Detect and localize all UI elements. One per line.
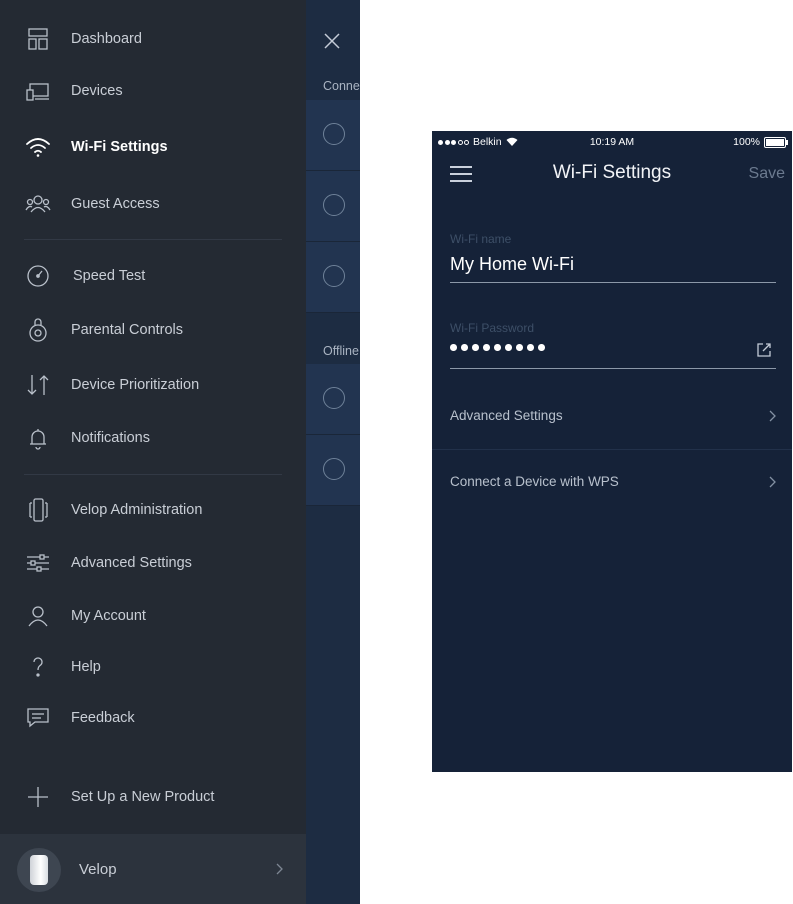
menu-label: Device Prioritization <box>71 377 200 393</box>
menu-item-advanced-settings[interactable]: Advanced Settings <box>0 540 306 586</box>
radio-icon[interactable] <box>323 123 345 145</box>
device-row[interactable] <box>306 100 360 171</box>
velop-network-selector[interactable]: Velop <box>0 834 306 904</box>
status-battery: 100% <box>733 136 788 148</box>
dashboard-icon <box>24 25 52 53</box>
menu-item-velop-administration[interactable]: Velop Administration <box>0 487 306 533</box>
device-row[interactable] <box>306 171 360 242</box>
advanced-settings-row[interactable]: Advanced Settings <box>432 394 792 438</box>
wifi-password-field[interactable] <box>450 344 545 351</box>
plus-icon <box>24 783 52 811</box>
menu-item-notifications[interactable]: Notifications <box>0 415 306 461</box>
chat-icon <box>24 704 52 732</box>
radio-icon[interactable] <box>323 458 345 480</box>
wifi-name-field[interactable]: My Home Wi-Fi <box>450 254 574 275</box>
devices-panel-behind: Conne Offline <box>306 0 360 904</box>
wifi-password-underline <box>450 368 776 369</box>
menu-item-my-account[interactable]: My Account <box>0 593 306 639</box>
menu-label: Help <box>71 659 101 675</box>
row-label: Connect a Device with WPS <box>450 474 619 489</box>
menu-label: Velop Administration <box>71 502 203 518</box>
menu-label: Dashboard <box>71 31 142 47</box>
side-menu: Dashboard Devices Wi-Fi Settings Guest A… <box>0 0 306 904</box>
page-title: Wi-Fi Settings <box>552 162 672 183</box>
wifi-icon <box>24 133 52 161</box>
user-icon <box>24 602 52 630</box>
device-row[interactable] <box>306 435 360 506</box>
bell-icon <box>24 424 52 452</box>
save-button[interactable]: Save <box>749 165 785 183</box>
menu-item-dashboard[interactable]: Dashboard <box>0 16 306 62</box>
menu-label: Set Up a New Product <box>71 789 215 805</box>
velop-device-icon <box>17 848 61 892</box>
velop-node-icon <box>24 496 52 524</box>
chevron-right-icon <box>769 476 776 488</box>
menu-divider <box>24 239 282 240</box>
share-icon[interactable] <box>756 342 772 358</box>
phone-screen-wifi-settings: Belkin 10:19 AM 100% Wi-Fi Settings Save… <box>432 131 792 772</box>
nav-bar: Wi-Fi Settings Save <box>432 153 792 195</box>
devices-icon <box>24 77 52 105</box>
offline-section-label: Offline <box>323 344 359 358</box>
device-row[interactable] <box>306 242 360 313</box>
menu-item-device-prioritization[interactable]: Device Prioritization <box>0 362 306 408</box>
menu-label: Speed Test <box>73 268 146 284</box>
app-left-panel: Dashboard Devices Wi-Fi Settings Guest A… <box>0 0 360 904</box>
menu-item-guest-access[interactable]: Guest Access <box>0 181 306 227</box>
menu-item-speed-test[interactable]: Speed Test <box>0 253 306 299</box>
wifi-name-underline <box>450 282 776 283</box>
menu-item-wifi-settings[interactable]: Wi-Fi Settings <box>0 124 306 170</box>
close-icon[interactable] <box>322 31 342 51</box>
menu-label: Guest Access <box>71 196 160 212</box>
radio-icon[interactable] <box>323 265 345 287</box>
prioritization-arrows-icon <box>24 371 52 399</box>
menu-item-parental-controls[interactable]: Parental Controls <box>0 307 306 353</box>
menu-label: Feedback <box>71 710 135 726</box>
menu-label: Devices <box>71 83 123 99</box>
menu-label: Advanced Settings <box>71 555 192 571</box>
guest-access-icon <box>24 190 52 218</box>
chevron-right-icon <box>769 410 776 422</box>
menu-item-set-up-new-product[interactable]: Set Up a New Product <box>0 774 306 820</box>
wifi-name-label: Wi-Fi name <box>450 232 512 246</box>
menu-item-devices[interactable]: Devices <box>0 68 306 114</box>
question-icon <box>24 653 52 681</box>
menu-item-help[interactable]: Help <box>0 644 306 690</box>
radio-icon[interactable] <box>323 194 345 216</box>
radio-icon[interactable] <box>323 387 345 409</box>
menu-label: My Account <box>71 608 146 624</box>
battery-percent: 100% <box>733 136 760 148</box>
device-row[interactable] <box>306 364 360 435</box>
velop-label: Velop <box>79 861 117 878</box>
status-bar: Belkin 10:19 AM 100% <box>432 131 792 153</box>
sliders-icon <box>24 549 52 577</box>
chevron-right-icon <box>276 863 283 875</box>
row-label: Advanced Settings <box>450 408 563 423</box>
connect-device-wps-row[interactable]: Connect a Device with WPS <box>432 460 792 504</box>
menu-item-feedback[interactable]: Feedback <box>0 695 306 741</box>
menu-label: Parental Controls <box>71 322 184 338</box>
menu-label: Wi-Fi Settings <box>71 139 168 155</box>
menu-divider <box>24 474 282 475</box>
connected-section-label: Conne <box>323 79 360 93</box>
velop-device-shape <box>30 855 48 885</box>
battery-icon <box>764 136 788 148</box>
parental-controls-icon <box>24 316 52 344</box>
wifi-password-label: Wi-Fi Password <box>450 321 535 335</box>
speedometer-icon <box>24 262 52 290</box>
menu-label: Notifications <box>71 430 150 446</box>
row-divider <box>432 449 792 450</box>
